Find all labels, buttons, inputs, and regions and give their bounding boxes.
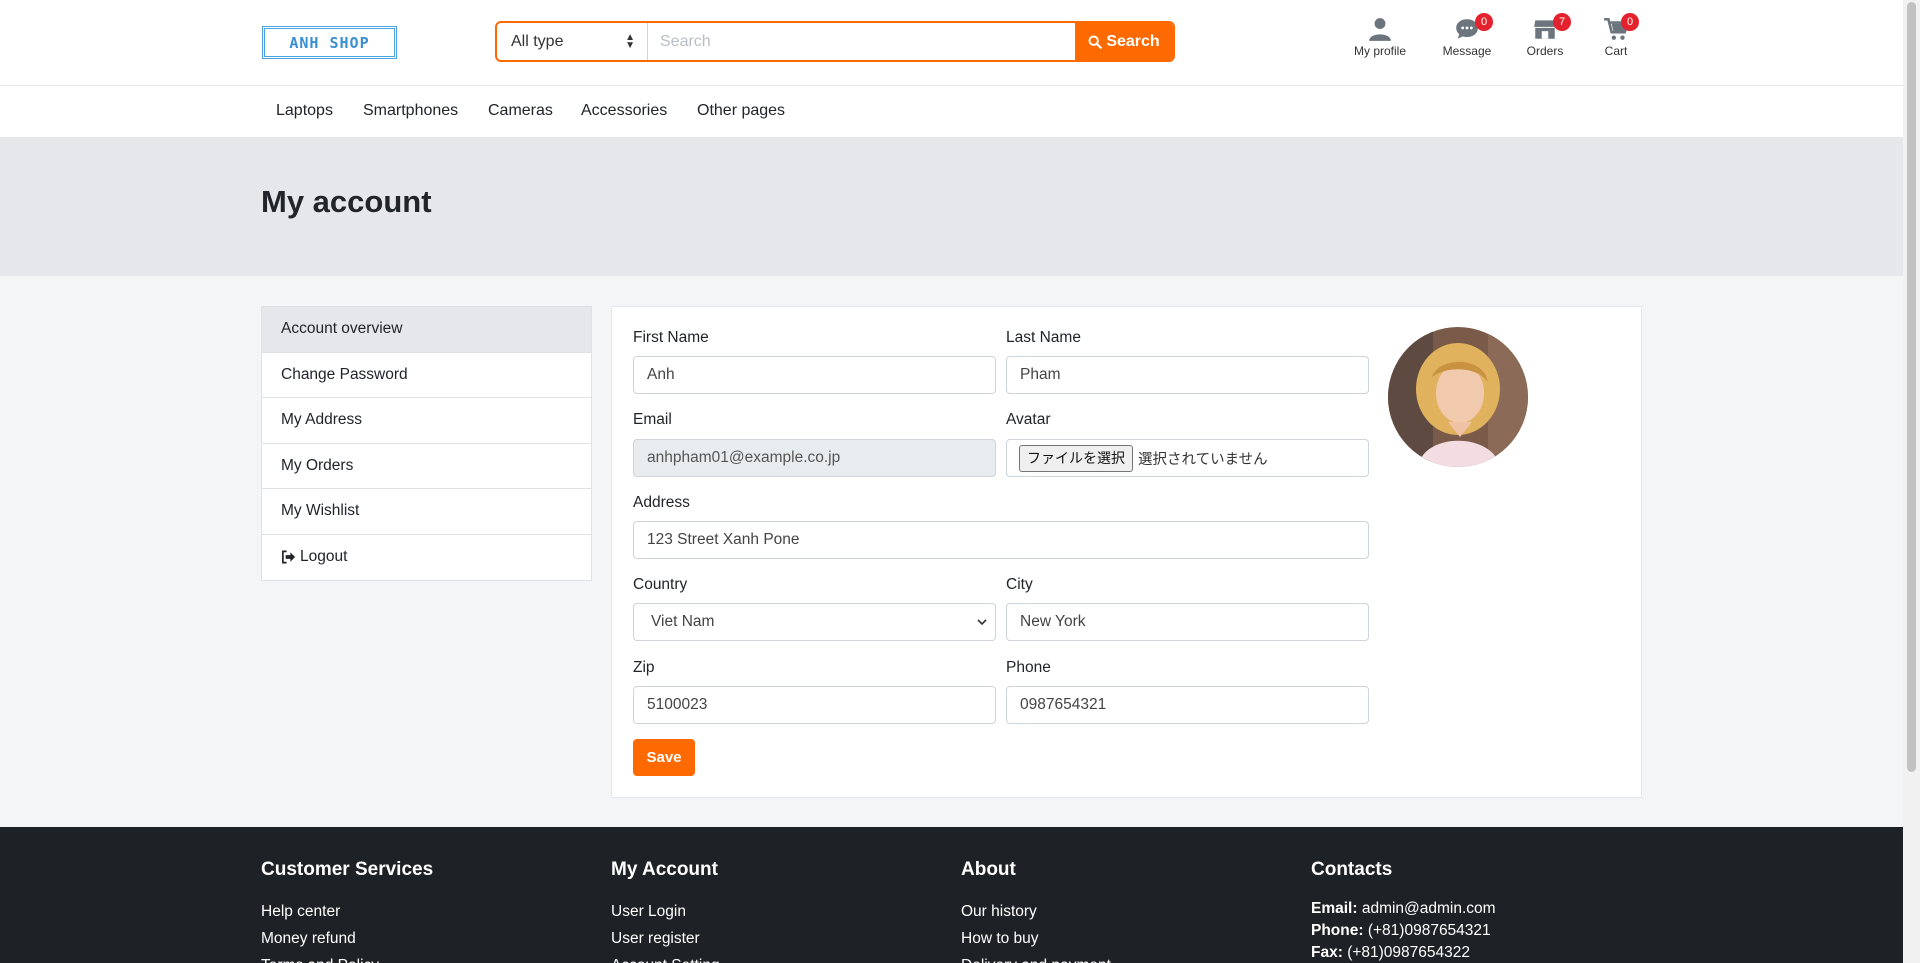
search-bar: All type ▲ ▼ Search Search	[495, 21, 1175, 62]
email-key: Email:	[1311, 900, 1358, 917]
orders-count-badge: 7	[1553, 13, 1571, 31]
page-scrollbar[interactable]	[1903, 0, 1920, 963]
footer-heading: My Account	[611, 859, 718, 880]
sidebar-item-logout[interactable]: Logout	[262, 535, 591, 581]
phone-value: (+81)0987654321	[1367, 922, 1491, 939]
select-arrows-icon: ▲ ▼	[625, 31, 635, 51]
page-title: My account	[261, 184, 432, 219]
footer-contact-fax: Fax: (+81)0987654322	[1311, 942, 1496, 963]
country-label: Country	[633, 576, 688, 593]
nav-accessories[interactable]: Accessories	[581, 102, 667, 120]
cart-link[interactable]: Cart 0	[1586, 13, 1646, 58]
sidebar-item-my-wishlist[interactable]: My Wishlist	[262, 489, 591, 535]
message-label: Message	[1442, 44, 1492, 58]
footer-contact-phone: Phone: (+81)0987654321	[1311, 920, 1496, 942]
footer-link-delivery[interactable]: Delivery and payment	[961, 952, 1111, 963]
footer-heading: Customer Services	[261, 859, 434, 880]
site-footer: Customer Services Help center Money refu…	[0, 827, 1903, 963]
orders-label: Orders	[1526, 44, 1564, 58]
address-field[interactable]: 123 Street Xanh Pone	[633, 521, 1369, 559]
footer-link-money-refund[interactable]: Money refund	[261, 925, 433, 952]
choose-file-button[interactable]: ファイルを選択	[1019, 444, 1133, 472]
nav-laptops[interactable]: Laptops	[276, 102, 333, 120]
nav-smartphones[interactable]: Smartphones	[363, 102, 458, 120]
sidebar-item-my-address[interactable]: My Address	[262, 398, 591, 444]
footer-contacts: Contacts Email: admin@admin.com Phone: (…	[1311, 859, 1496, 963]
city-field[interactable]: New York	[1006, 603, 1369, 641]
logout-label: Logout	[300, 548, 348, 566]
message-count-badge: 0	[1475, 13, 1493, 31]
header-icons: My profile Message 0 Orders 7 Cart 0	[1340, 13, 1646, 58]
city-label: City	[1006, 576, 1033, 593]
zip-field[interactable]: 5100023	[633, 686, 996, 724]
fax-key: Fax:	[1311, 944, 1343, 961]
scrollbar-thumb[interactable]	[1907, 2, 1916, 772]
footer-customer-services: Customer Services Help center Money refu…	[261, 859, 433, 963]
search-button[interactable]: Search	[1075, 23, 1173, 60]
email-label: Email	[633, 411, 672, 428]
user-icon	[1369, 18, 1391, 41]
cart-count-badge: 0	[1621, 13, 1639, 31]
cart-label: Cart	[1604, 44, 1628, 58]
orders-link[interactable]: Orders 7	[1515, 13, 1575, 58]
footer-link-account-setting[interactable]: Account Setting	[611, 952, 720, 963]
search-type-select[interactable]: All type ▲ ▼	[497, 23, 648, 60]
my-profile-label: My profile	[1353, 44, 1406, 58]
category-nav: Laptops Smartphones Cameras Accessories …	[0, 86, 1903, 138]
footer-link-help-center[interactable]: Help center	[261, 898, 433, 925]
footer-heading: About	[961, 859, 1016, 880]
last-name-label: Last Name	[1006, 329, 1081, 346]
footer-heading: Contacts	[1311, 859, 1393, 880]
phone-key: Phone:	[1311, 922, 1364, 939]
footer-contact-email: Email: admin@admin.com	[1311, 898, 1496, 920]
sidebar-item-change-password[interactable]: Change Password	[262, 353, 591, 398]
file-status-text: 選択されていません	[1138, 451, 1268, 468]
first-name-field[interactable]: Anh	[633, 356, 996, 394]
nav-other-pages[interactable]: Other pages	[697, 102, 785, 120]
country-select[interactable]: Viet Nam	[633, 603, 996, 641]
nav-cameras[interactable]: Cameras	[488, 102, 553, 120]
first-name-label: First Name	[633, 329, 709, 346]
country-value: Viet Nam	[651, 613, 715, 630]
search-icon	[1088, 35, 1103, 49]
footer-link-our-history[interactable]: Our history	[961, 898, 1111, 925]
sidebar-item-my-orders[interactable]: My Orders	[262, 444, 591, 489]
phone-label: Phone	[1006, 659, 1051, 676]
my-profile-link[interactable]: My profile	[1340, 16, 1420, 58]
chevron-down-icon	[977, 618, 987, 625]
page-header: My account	[0, 138, 1903, 276]
avatar-label: Avatar	[1006, 411, 1051, 428]
zip-label: Zip	[633, 659, 655, 676]
message-link[interactable]: Message 0	[1427, 13, 1507, 58]
phone-field[interactable]: 0987654321	[1006, 686, 1369, 724]
footer-link-user-login[interactable]: User Login	[611, 898, 720, 925]
search-input[interactable]: Search	[648, 23, 1075, 60]
footer-my-account: My Account User Login User register Acco…	[611, 859, 720, 963]
avatar-image	[1388, 327, 1528, 467]
last-name-field[interactable]: Pham	[1006, 356, 1369, 394]
footer-link-user-register[interactable]: User register	[611, 925, 720, 952]
search-type-value: All type	[511, 32, 564, 50]
address-label: Address	[633, 494, 690, 511]
save-button[interactable]: Save	[633, 739, 695, 776]
fax-value: (+81)0987654322	[1347, 944, 1471, 961]
top-header: ANH SHOP All type ▲ ▼ Search Search My pr…	[0, 0, 1903, 86]
footer-about: About Our history How to buy Delivery an…	[961, 859, 1111, 963]
logout-icon	[282, 550, 296, 564]
avatar-file-input[interactable]: ファイルを選択 選択されていません	[1006, 439, 1369, 477]
footer-link-how-to-buy[interactable]: How to buy	[961, 925, 1111, 952]
account-form-card: First Name Anh Last Name Pham Email anhp…	[611, 306, 1642, 798]
search-button-label: Search	[1106, 32, 1160, 50]
email-field[interactable]: anhpham01@example.co.jp	[633, 439, 996, 477]
account-sidebar: Account overview Change Password My Addr…	[261, 306, 592, 581]
email-value: admin@admin.com	[1361, 900, 1496, 917]
sidebar-item-account-overview[interactable]: Account overview	[262, 307, 591, 353]
shop-logo[interactable]: ANH SHOP	[262, 26, 397, 59]
footer-link-terms[interactable]: Terms and Policy	[261, 952, 433, 963]
